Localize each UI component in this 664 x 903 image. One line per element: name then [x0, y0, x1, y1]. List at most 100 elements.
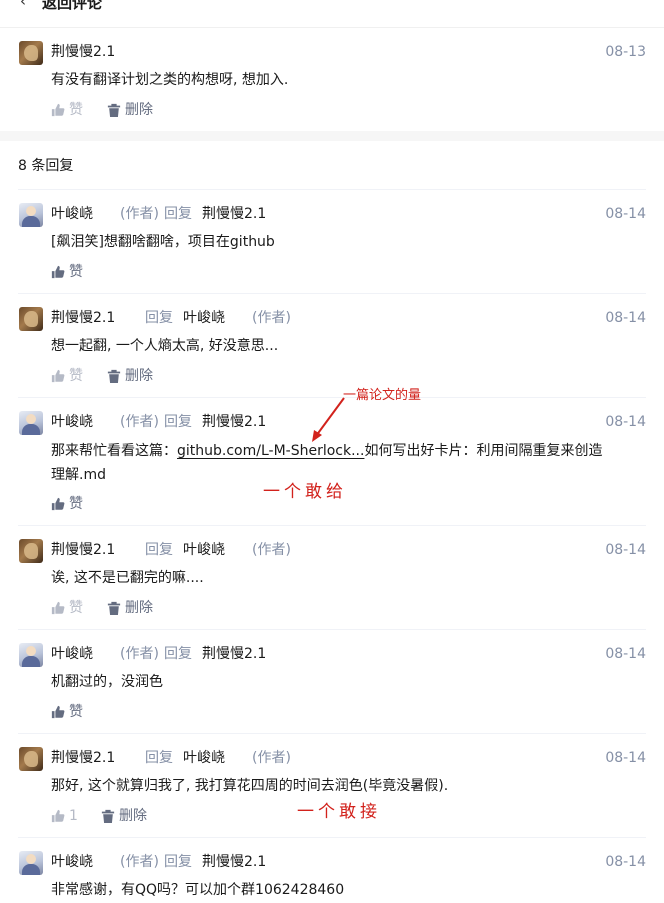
thumbs-up-icon [51, 369, 65, 383]
reply-text: [飙泪笑]想翻啥翻啥，项目在github [51, 234, 275, 250]
like-label: 赞 [69, 600, 83, 616]
divider [18, 629, 646, 630]
delete-label: 删除 [125, 102, 153, 118]
username[interactable]: 叶峻峣 [51, 412, 93, 432]
avatar[interactable] [19, 203, 43, 227]
chevron-left-icon[interactable]: ‹ [20, 0, 26, 10]
avatar[interactable] [19, 851, 43, 875]
trash-icon [107, 103, 121, 117]
delete-label: 删除 [119, 808, 147, 824]
divider [18, 189, 646, 190]
trash-icon [107, 369, 121, 383]
like-button[interactable]: 赞 [51, 598, 83, 618]
avatar[interactable] [19, 41, 43, 65]
username[interactable]: 叶峻峣 [51, 204, 93, 224]
thumbs-up-icon [51, 497, 65, 511]
delete-label: 删除 [125, 600, 153, 616]
thumbs-up-icon [51, 705, 65, 719]
reply-word: 回复 [164, 206, 192, 222]
reply-word: 回复 [164, 646, 192, 662]
like-button[interactable]: 赞 [51, 262, 83, 282]
author-tag: (作者) [252, 750, 291, 766]
thumbs-up-icon [51, 265, 65, 279]
divider [18, 837, 646, 838]
delete-button[interactable]: 删除 [107, 100, 153, 120]
trash-icon [101, 809, 115, 823]
section-separator [0, 131, 664, 141]
reply-date: 08-14 [605, 414, 646, 430]
username[interactable]: 叶峻峣 [51, 852, 93, 872]
thumbs-up-icon [51, 103, 65, 117]
delete-label: 删除 [125, 368, 153, 384]
author-tag: (作者) [120, 854, 159, 870]
avatar[interactable] [19, 643, 43, 667]
author-tag: (作者) [120, 206, 159, 222]
reply-word: 回复 [145, 750, 173, 766]
username[interactable]: 荆慢慢2.1 [51, 308, 115, 328]
like-label: 赞 [69, 496, 83, 512]
like-label: 赞 [69, 704, 83, 720]
reply-text-line2: 理解.md [51, 467, 106, 483]
replies-count: 8 条回复 [18, 158, 74, 174]
reply-target-username[interactable]: 荆慢慢2.1 [202, 412, 266, 432]
reply-target-username[interactable]: 荆慢慢2.1 [202, 852, 266, 872]
reply-date: 08-14 [605, 750, 646, 766]
reply-date: 08-14 [605, 206, 646, 222]
back-bar[interactable]: ‹ 返回评论 [0, 0, 664, 28]
comment-text: 有没有翻译计划之类的构想呀, 想加入. [51, 72, 289, 88]
username[interactable]: 叶峻峣 [51, 644, 93, 664]
reply-word: 回复 [145, 542, 173, 558]
divider [18, 733, 646, 734]
reply-text: 那好, 这个就算归我了, 我打算花四周的时间去润色(毕竟没暑假). [51, 778, 449, 794]
author-tag: (作者) [252, 310, 291, 326]
reply-date: 08-14 [605, 542, 646, 558]
avatar[interactable] [19, 307, 43, 331]
like-button[interactable]: 赞 [51, 366, 83, 386]
divider [18, 293, 646, 294]
comment-date: 08-13 [605, 44, 646, 60]
reply-date: 08-14 [605, 646, 646, 662]
author-tag: (作者) [120, 646, 159, 662]
reply-text: 非常感谢，有QQ吗？可以加个群1062428460 [51, 882, 345, 898]
reply-target-username[interactable]: 叶峻峣 [183, 540, 225, 560]
avatar[interactable] [19, 747, 43, 771]
reply-text: 机翻过的，没润色 [51, 674, 163, 690]
delete-button[interactable]: 删除 [101, 806, 147, 826]
reply-text: 想一起翻, 一个人熵太高, 好没意思... [51, 338, 279, 354]
annotation-give: 一个敢给 [263, 482, 347, 502]
back-to-comments-link[interactable]: 返回评论 [42, 0, 102, 13]
reply-target-username[interactable]: 叶峻峣 [183, 308, 225, 328]
username[interactable]: 荆慢慢2.1 [51, 540, 115, 560]
arrow-icon [312, 397, 345, 442]
like-count: 1 [69, 808, 78, 824]
reply-target-username[interactable]: 叶峻峣 [183, 748, 225, 768]
divider [18, 525, 646, 526]
annotation-note: 一篇论文的量 [343, 388, 422, 403]
author-tag: (作者) [252, 542, 291, 558]
like-button[interactable]: 赞 [51, 702, 83, 722]
reply-date: 08-14 [605, 854, 646, 870]
like-button[interactable]: 赞 [51, 494, 83, 514]
thumbs-up-icon [51, 601, 65, 615]
annotation-take: 一个敢接 [297, 802, 381, 822]
reply-text: 诶, 这不是已翻完的嘛.... [51, 570, 204, 586]
avatar[interactable] [19, 539, 43, 563]
reply-word: 回复 [164, 414, 192, 430]
delete-button[interactable]: 删除 [107, 366, 153, 386]
like-button[interactable]: 赞 [51, 100, 83, 120]
delete-button[interactable]: 删除 [107, 598, 153, 618]
reply-date: 08-14 [605, 310, 646, 326]
reply-word: 回复 [145, 310, 173, 326]
reply-target-username[interactable]: 荆慢慢2.1 [202, 204, 266, 224]
username[interactable]: 荆慢慢2.1 [51, 748, 115, 768]
author-tag: (作者) [120, 414, 159, 430]
username[interactable]: 荆慢慢2.1 [51, 42, 115, 62]
like-label: 赞 [69, 264, 83, 280]
like-label: 赞 [69, 368, 83, 384]
reply-text-suffix: 如何写出好卡片：利用间隔重复来创造 [364, 443, 603, 459]
like-button[interactable]: 1 [51, 806, 78, 826]
reply-target-username[interactable]: 荆慢慢2.1 [202, 644, 266, 664]
like-label: 赞 [69, 102, 83, 118]
reply-text: 那来帮忙看看这篇：github.com/L-M-Sherlock...如何写出好… [51, 439, 651, 487]
avatar[interactable] [19, 411, 43, 435]
